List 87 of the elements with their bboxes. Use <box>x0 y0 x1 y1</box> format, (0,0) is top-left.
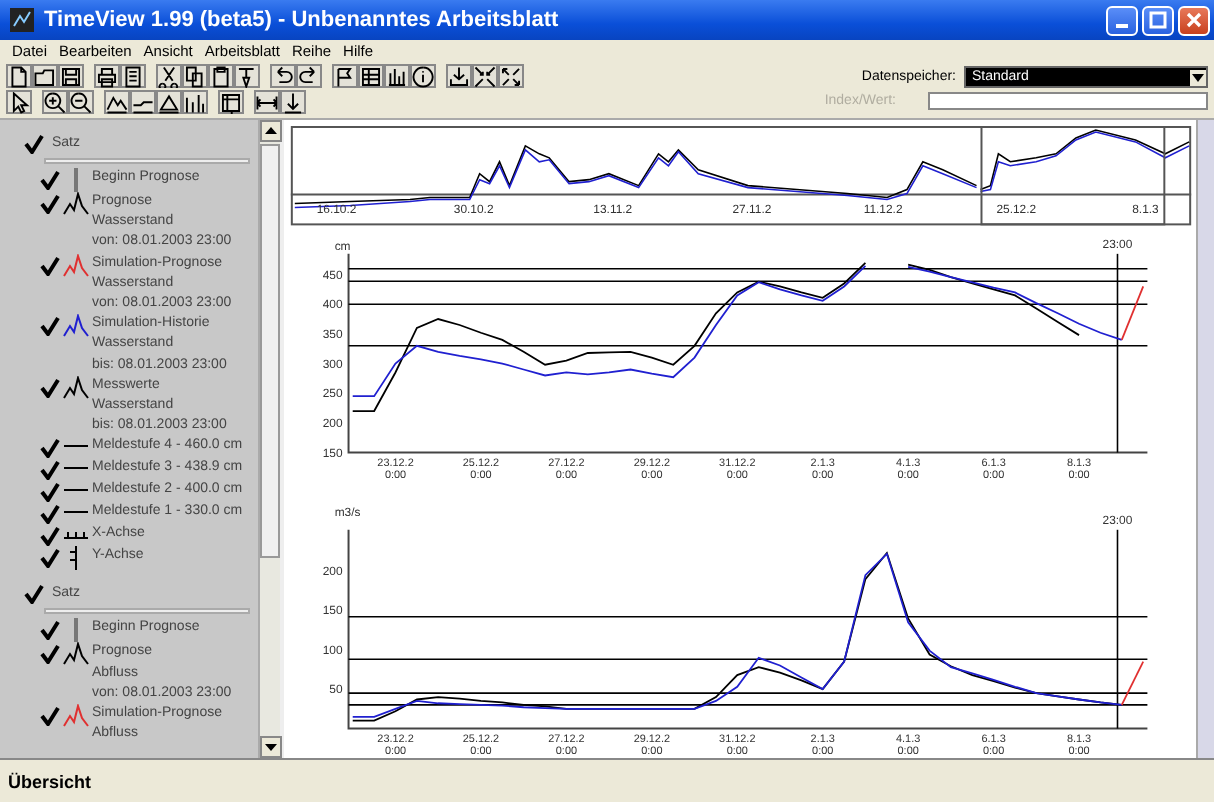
toolbar-button[interactable] <box>120 64 146 88</box>
toolbar-button[interactable] <box>280 90 306 114</box>
app-icon <box>8 6 36 34</box>
scroll-up-icon[interactable] <box>259 120 281 142</box>
maximize-button[interactable] <box>1142 5 1174 35</box>
pointer-icon <box>8 91 30 113</box>
maximize-icon <box>1148 10 1168 30</box>
scissors-icon <box>158 65 180 87</box>
horizontal-line-icon <box>62 508 90 517</box>
document-icon <box>8 65 30 87</box>
info-icon <box>412 65 434 87</box>
minimize-button[interactable] <box>1106 5 1138 35</box>
toolbar-button[interactable] <box>104 90 130 114</box>
toolbar-button[interactable] <box>94 64 120 88</box>
toolbar-button[interactable] <box>68 90 94 114</box>
toolbar-button[interactable] <box>6 64 32 88</box>
toolbar-button[interactable] <box>58 64 84 88</box>
peak-icon <box>106 91 128 113</box>
toolbar-button[interactable] <box>498 64 524 88</box>
triangle-icon <box>158 91 180 113</box>
close-button[interactable] <box>1178 5 1210 35</box>
toolbar-button[interactable] <box>296 64 322 88</box>
toolbar-button[interactable] <box>6 90 32 114</box>
copy-icon <box>184 65 206 87</box>
clipboard-icon <box>210 65 232 87</box>
minimize-icon <box>1116 23 1128 27</box>
toolbar-button[interactable] <box>358 64 384 88</box>
axis-ticks-icon <box>62 528 90 541</box>
scrollbar[interactable] <box>1196 120 1214 758</box>
toolbar-button[interactable] <box>332 64 358 88</box>
toolbar-button[interactable] <box>32 64 58 88</box>
toolbar-button[interactable] <box>42 90 68 114</box>
horizontal-line-icon <box>62 486 90 495</box>
toolbar-button[interactable] <box>182 90 208 114</box>
window-title: TimeView 1.99 (beta5) - Unbenanntes Arbeitsblatt <box>44 8 561 32</box>
toolbar-button[interactable] <box>208 64 234 88</box>
dropdown-arrow-icon <box>1190 69 1206 85</box>
folder-icon <box>34 65 56 87</box>
toolbar-button[interactable] <box>410 64 436 88</box>
download-icon <box>282 91 304 113</box>
toolbar-button[interactable] <box>156 64 182 88</box>
page-icon <box>122 65 144 87</box>
toolbar-button[interactable] <box>384 64 410 88</box>
expand-icon <box>500 65 522 87</box>
toolbar-button[interactable] <box>472 64 498 88</box>
checkmark-icon[interactable] <box>24 133 44 153</box>
scrollbar-thumb[interactable] <box>260 144 280 558</box>
checkmark-icon[interactable] <box>40 644 60 665</box>
checkmark-icon[interactable] <box>40 526 60 547</box>
checkmark-icon[interactable] <box>40 170 60 190</box>
toolbar-button[interactable] <box>182 64 208 88</box>
checkmark-icon[interactable] <box>40 460 60 481</box>
horizontal-line-icon <box>62 442 90 451</box>
checkmark-icon[interactable] <box>40 438 60 459</box>
printer-icon <box>96 65 118 87</box>
toolbar-button[interactable] <box>270 64 296 88</box>
horizontal-line-icon <box>62 464 90 473</box>
checkmark-icon[interactable] <box>40 377 60 398</box>
toolbar-button[interactable] <box>218 90 244 114</box>
table-icon <box>360 65 382 87</box>
checkmark-icon[interactable] <box>40 482 60 503</box>
fit-width-icon <box>256 91 278 113</box>
close-icon <box>1184 10 1204 30</box>
grid-icon <box>220 91 242 113</box>
checkmark-icon[interactable] <box>40 504 60 525</box>
checkmark-icon[interactable] <box>40 706 60 727</box>
status-text: Übersicht <box>8 771 92 791</box>
redo-icon <box>298 65 320 87</box>
toolbar-button[interactable] <box>254 90 280 114</box>
bar-chart-icon <box>386 65 408 87</box>
flag-icon <box>334 65 356 87</box>
checkmark-icon[interactable] <box>40 316 60 337</box>
checkmark-icon[interactable] <box>40 194 60 214</box>
toolbar-button[interactable] <box>446 64 472 88</box>
undo-icon <box>272 65 294 87</box>
checkmark-icon[interactable] <box>40 548 60 569</box>
bars-icon <box>184 91 206 113</box>
zoom-in-icon <box>44 91 66 113</box>
zoom-out-icon <box>70 91 92 113</box>
checkmark-icon[interactable] <box>40 255 60 276</box>
import-icon <box>448 65 470 87</box>
scroll-down-icon[interactable] <box>259 736 281 758</box>
toolbar-button[interactable] <box>156 90 182 114</box>
shrink-icon <box>474 65 496 87</box>
checkmark-icon[interactable] <box>24 583 44 604</box>
toolbar-button[interactable] <box>130 90 156 114</box>
checkmark-icon[interactable] <box>40 620 60 641</box>
